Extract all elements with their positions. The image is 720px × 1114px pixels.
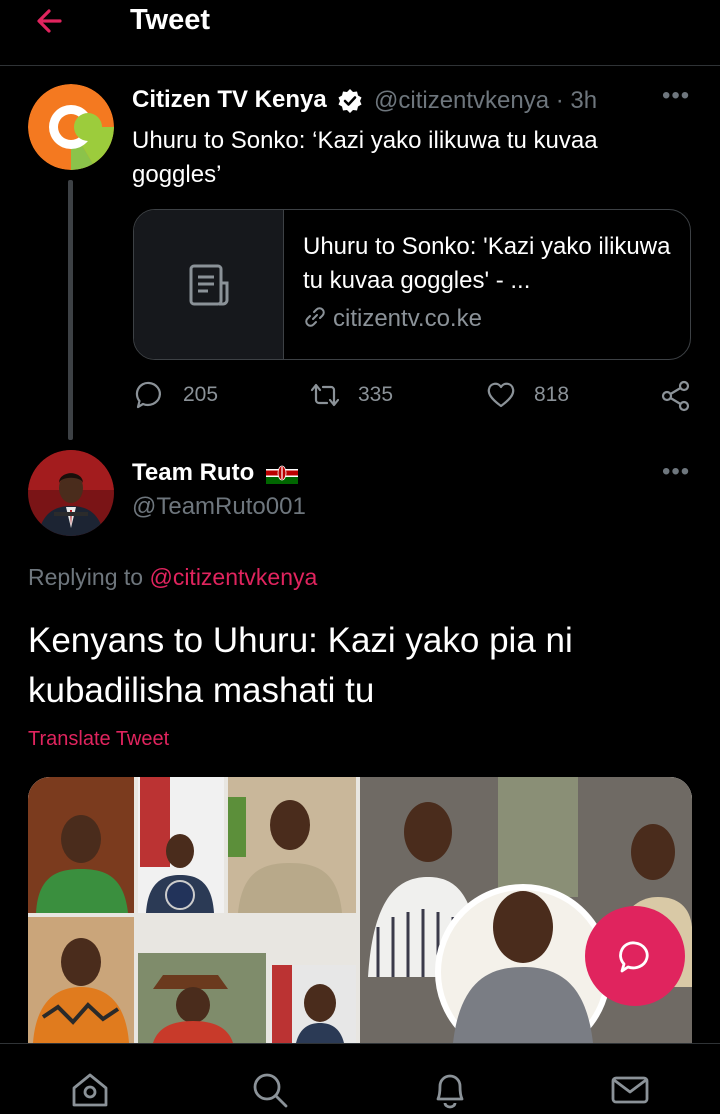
retweet-icon	[310, 383, 340, 407]
more-dots-icon[interactable]: •••	[662, 82, 690, 110]
share-icon	[661, 380, 690, 412]
arrow-left-icon	[37, 9, 62, 33]
replying-mention-link[interactable]: @citizentvkenya	[149, 564, 317, 590]
tweet-photo-collage[interactable]	[28, 777, 692, 1043]
messages-icon[interactable]	[610, 1070, 650, 1110]
heart-icon	[487, 382, 515, 408]
link-preview-card[interactable]: Uhuru to Sonko: 'Kazi yako ilikuwa tu ku…	[133, 209, 691, 360]
original-handle-time: @citizentvkenya · 3h	[374, 87, 598, 114]
retweet-button[interactable]: 335	[309, 380, 409, 412]
reply-button[interactable]: 205	[134, 380, 234, 412]
home-icon[interactable]	[70, 1070, 110, 1110]
photo-collage-image	[28, 777, 692, 1043]
link-card-thumbnail	[134, 210, 284, 359]
team-ruto-avatar[interactable]	[28, 450, 114, 536]
reply-icon	[135, 381, 161, 409]
notifications-icon[interactable]	[430, 1070, 470, 1110]
original-tweet-text: Uhuru to Sonko: ‘Kazi yako ilikuwa tu ku…	[132, 127, 598, 188]
citizen-tv-logo	[28, 84, 114, 170]
link-card-domain-row: citizentv.co.ke	[303, 305, 482, 333]
replying-prefix: Replying to	[28, 564, 144, 590]
page-title: Tweet	[130, 4, 211, 36]
link-card-title: Uhuru to Sonko: 'Kazi yako ilikuwa tu ku…	[303, 233, 671, 294]
more-dots-icon[interactable]: •••	[662, 458, 690, 486]
compose-reply-icon	[619, 941, 649, 973]
compose-reply-button[interactable]	[585, 906, 685, 1006]
like-button[interactable]: 818	[486, 380, 586, 412]
top-app-bar: Tweet	[0, 0, 720, 66]
share-button[interactable]	[661, 380, 691, 412]
retweet-count: 335	[358, 383, 394, 406]
original-author-name[interactable]: Citizen TV Kenya	[132, 86, 327, 114]
reply-tweet-text: Kenyans to Uhuru: Kazi yako pia ni kubad…	[28, 621, 573, 710]
reply-count: 205	[183, 383, 219, 406]
link-card-domain: citizentv.co.ke	[333, 305, 482, 332]
avatar-photo	[28, 450, 114, 536]
bottom-tab-bar	[0, 1043, 720, 1114]
reply-author-name[interactable]: Team Ruto	[132, 459, 254, 487]
translate-tweet-link[interactable]: Translate Tweet	[28, 728, 169, 751]
like-count: 818	[534, 383, 570, 406]
citizen-tv-avatar[interactable]	[28, 84, 114, 170]
reply-handle: @TeamRuto001	[132, 493, 306, 520]
thread-connector-line	[68, 180, 73, 440]
verified-badge-icon	[337, 88, 363, 114]
link-icon	[305, 307, 325, 327]
back-button[interactable]	[30, 4, 74, 40]
search-icon[interactable]	[250, 1070, 290, 1110]
kenya-flag-icon	[266, 462, 298, 484]
replying-to-line: Replying to @citizentvkenya	[28, 564, 317, 591]
document-icon	[189, 264, 229, 306]
